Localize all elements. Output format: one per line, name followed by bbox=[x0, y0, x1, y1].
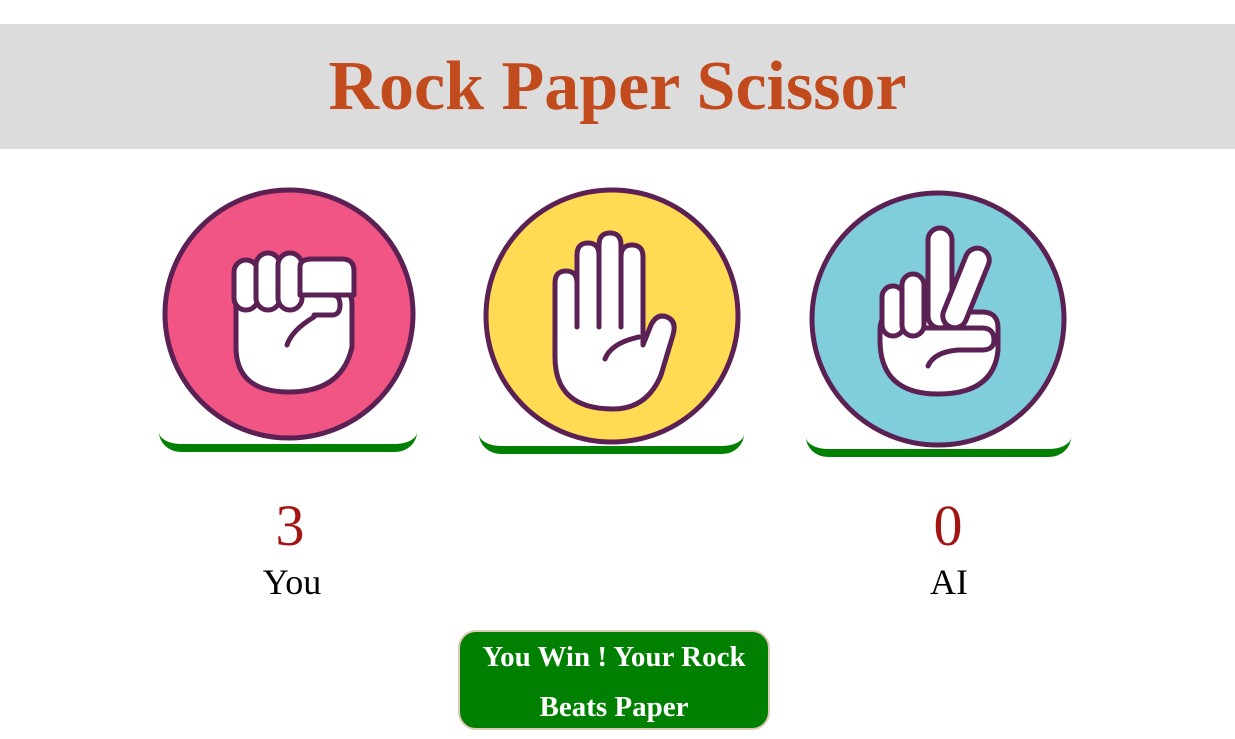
paper-choice-button[interactable] bbox=[483, 187, 741, 445]
rock-choice-button[interactable] bbox=[162, 187, 416, 441]
fist-icon bbox=[162, 187, 416, 441]
player-label: You bbox=[262, 562, 322, 602]
header-bar: Rock Paper Scissor bbox=[0, 24, 1235, 149]
scissor-choice-button[interactable] bbox=[808, 190, 1068, 448]
ai-score: 0 bbox=[933, 493, 963, 558]
victory-hand-icon bbox=[809, 190, 1067, 448]
paper-choice-underline bbox=[479, 434, 744, 454]
scissor-choice-underline bbox=[806, 437, 1071, 457]
player-score: 3 bbox=[275, 493, 305, 558]
open-hand-icon bbox=[483, 187, 741, 445]
rock-choice-underline bbox=[159, 432, 417, 452]
page-title: Rock Paper Scissor bbox=[328, 48, 907, 125]
ai-label: AI bbox=[930, 562, 968, 602]
result-message: You Win ! Your Rock Beats Paper bbox=[458, 630, 770, 730]
